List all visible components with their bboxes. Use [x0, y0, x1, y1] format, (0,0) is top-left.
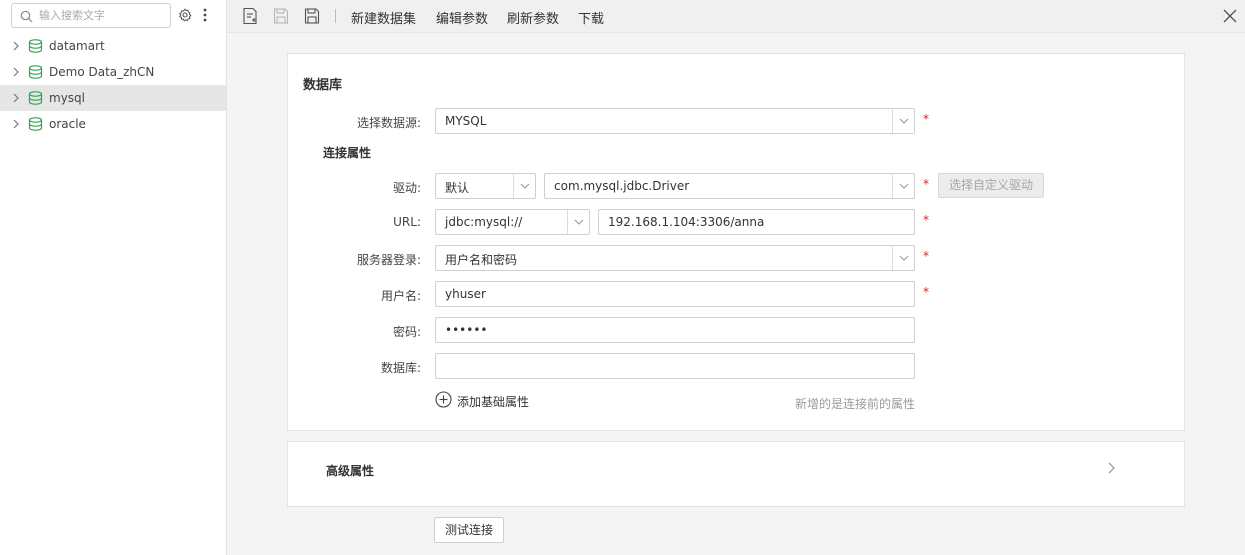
save-as-icon[interactable]	[304, 7, 320, 25]
username-label: 用户名:	[380, 289, 421, 303]
advanced-panel[interactable]: 高级属性	[287, 441, 1185, 507]
plus-circle-icon	[435, 391, 452, 408]
dropdown-toggle[interactable]	[892, 109, 914, 133]
url-input[interactable]: 192.168.1.104:3306/anna	[598, 209, 915, 235]
datasource-tree: datamart Demo Data_zhCN mysql oracle	[0, 33, 226, 137]
datasource-label: 选择数据源:	[356, 116, 421, 130]
chevron-right-icon[interactable]	[12, 93, 20, 103]
gear-icon[interactable]	[178, 8, 192, 22]
database-icon	[28, 117, 43, 131]
toolbar: 新建数据集 编辑参数 刷新参数 下载	[227, 0, 1245, 33]
url-value: 192.168.1.104:3306/anna	[608, 215, 765, 229]
required-mark: *	[923, 112, 929, 126]
chevron-right-icon[interactable]	[12, 67, 20, 77]
tree-item-label: oracle	[49, 117, 86, 131]
required-mark: *	[923, 285, 929, 299]
custom-driver-button[interactable]: 选择自定义驱动	[938, 173, 1044, 198]
driver-class-select[interactable]: com.mysql.jdbc.Driver	[544, 173, 915, 199]
driver-type-value: 默认	[445, 181, 470, 195]
password-value: ••••••	[445, 323, 488, 337]
tree-item-label: mysql	[49, 91, 85, 105]
edit-params-button[interactable]: 编辑参数	[436, 8, 488, 27]
tree-item-demo-data[interactable]: Demo Data_zhCN	[0, 59, 226, 85]
more-menu-icon[interactable]	[203, 8, 207, 22]
database-icon	[28, 39, 43, 53]
chevron-down-icon	[520, 183, 530, 189]
save-icon[interactable]	[273, 7, 289, 25]
conn-props-title: 连接属性	[323, 146, 372, 160]
chevron-down-icon	[899, 255, 909, 261]
database-icon	[28, 65, 43, 79]
database-label: 数据库:	[380, 361, 421, 375]
required-mark: *	[923, 249, 929, 263]
driver-label: 驱动:	[392, 181, 421, 195]
required-mark: *	[923, 177, 929, 191]
tree-item-label: datamart	[49, 39, 105, 53]
toolbar-divider	[335, 9, 336, 23]
dropdown-toggle[interactable]	[892, 246, 914, 270]
new-file-icon[interactable]	[242, 7, 258, 25]
search-input[interactable]	[39, 6, 167, 25]
tree-item-mysql[interactable]: mysql	[0, 85, 226, 111]
dropdown-toggle[interactable]	[892, 174, 914, 198]
sidebar: datamart Demo Data_zhCN mysql oracle	[0, 0, 227, 555]
driver-type-select[interactable]: 默认	[435, 173, 536, 199]
search-box[interactable]	[11, 3, 171, 28]
username-input[interactable]: yhuser	[435, 281, 915, 307]
chevron-down-icon	[899, 183, 909, 189]
search-icon	[20, 10, 33, 23]
test-connection-button[interactable]: 测试连接	[434, 517, 504, 543]
chevron-right-icon[interactable]	[12, 41, 20, 51]
hint-text: 新增的是连接前的属性	[795, 397, 916, 411]
username-value: yhuser	[445, 287, 486, 301]
server-login-select[interactable]: 用户名和密码	[435, 245, 915, 271]
add-basic-attr-label: 添加基础属性	[457, 395, 530, 409]
datasource-select[interactable]: MYSQL	[435, 108, 915, 134]
chevron-down-icon	[574, 219, 584, 225]
url-prefix-value: jdbc:mysql://	[445, 215, 523, 229]
driver-class-value: com.mysql.jdbc.Driver	[554, 179, 690, 193]
url-label: URL:	[393, 215, 421, 229]
url-prefix-select[interactable]: jdbc:mysql://	[435, 209, 590, 235]
server-login-value: 用户名和密码	[445, 253, 518, 267]
password-label: 密码:	[392, 325, 421, 339]
close-icon[interactable]	[1223, 9, 1237, 23]
chevron-right-icon[interactable]	[12, 119, 20, 129]
advanced-title: 高级属性	[326, 464, 375, 478]
required-mark: *	[923, 213, 929, 227]
database-panel: 数据库 选择数据源: MYSQL * 连接属性 驱动: 默认 com.mysql…	[287, 53, 1185, 431]
server-login-label: 服务器登录:	[356, 253, 421, 267]
database-icon	[28, 91, 43, 105]
dropdown-toggle[interactable]	[567, 210, 589, 234]
tree-item-datamart[interactable]: datamart	[0, 33, 226, 59]
tree-item-oracle[interactable]: oracle	[0, 111, 226, 137]
new-dataset-button[interactable]: 新建数据集	[351, 8, 416, 27]
chevron-right-icon[interactable]	[1107, 462, 1115, 474]
tree-item-label: Demo Data_zhCN	[49, 65, 155, 79]
chevron-down-icon	[899, 118, 909, 124]
datasource-value: MYSQL	[445, 114, 487, 128]
section-title: 数据库	[303, 78, 343, 93]
refresh-params-button[interactable]: 刷新参数	[507, 8, 559, 27]
password-input[interactable]: ••••••	[435, 317, 915, 343]
download-button[interactable]: 下载	[578, 8, 604, 27]
dropdown-toggle[interactable]	[513, 174, 535, 198]
database-input[interactable]	[435, 353, 915, 379]
